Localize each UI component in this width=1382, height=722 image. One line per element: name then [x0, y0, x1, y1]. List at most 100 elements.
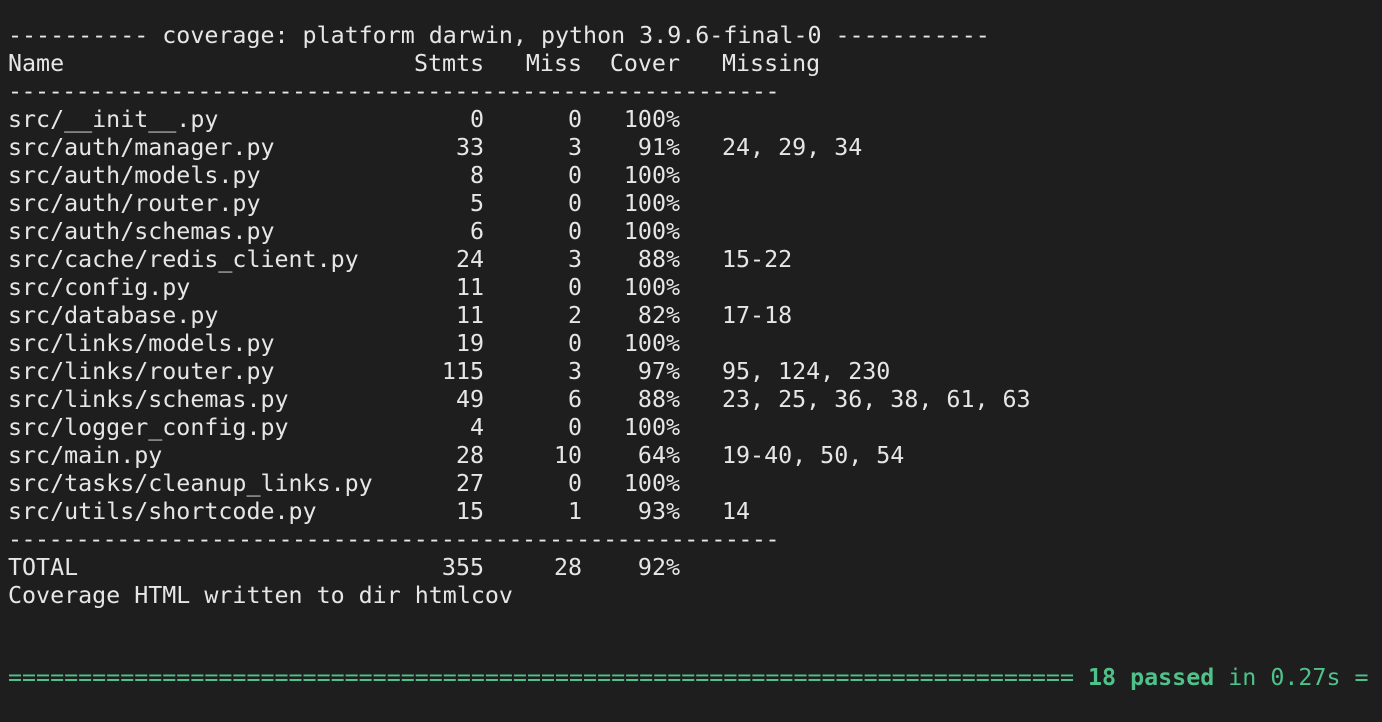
cover-cell: 100%	[623, 162, 680, 189]
coverage-header-line: ---------- coverage: platform darwin, py…	[8, 22, 990, 49]
file-name-cell: src/cache/redis_client.py	[8, 246, 359, 273]
table-row: src/cache/redis_client.py 24 3 88% 15-22	[8, 246, 1382, 274]
column-name-header: Name	[8, 50, 65, 77]
missing-lines-cell: 23, 25, 36, 38, 61, 63	[722, 386, 1031, 413]
file-name-cell: src/auth/router.py	[8, 190, 261, 217]
missing-lines-cell: 14	[722, 498, 751, 525]
cover-cell: 88%	[637, 246, 680, 273]
cover-cell: 100%	[623, 274, 680, 301]
miss-cell: 0	[567, 414, 582, 441]
table-row: src/config.py 11 0 100%	[8, 274, 1382, 302]
miss-cell: 3	[567, 358, 582, 385]
miss-cell: 2	[567, 302, 582, 329]
stmts-cell: 15	[455, 498, 484, 525]
miss-cell: 0	[567, 190, 582, 217]
miss-cell: 1	[567, 498, 582, 525]
terminal-output: ---------- coverage: platform darwin, py…	[8, 22, 1382, 610]
table-row: src/links/router.py 115 3 97% 95, 124, 230	[8, 358, 1382, 386]
column-cover-header: Cover	[609, 50, 680, 77]
table-row: src/links/schemas.py 49 6 88% 23, 25, 36, 38…	[8, 386, 1382, 414]
stmts-cell: 5	[469, 190, 484, 217]
file-name-cell: src/logger_config.py	[8, 414, 289, 441]
stmts-cell: 49	[455, 386, 484, 413]
cover-cell: 100%	[623, 218, 680, 245]
table-separator-top: ----------------------------------------…	[8, 78, 779, 105]
stmts-cell: 0	[469, 106, 484, 133]
miss-cell: 10	[553, 442, 582, 469]
table-row: src/logger_config.py 4 0 100%	[8, 414, 1382, 442]
total-stmts: 355	[441, 554, 484, 581]
stmts-cell: 28	[455, 442, 484, 469]
total-cover: 92%	[637, 554, 680, 581]
cover-cell: 100%	[623, 470, 680, 497]
table-row: src/main.py 28 10 64% 19-40, 50, 54	[8, 442, 1382, 470]
stmts-cell: 115	[441, 358, 484, 385]
cover-cell: 88%	[637, 386, 680, 413]
file-name-cell: src/auth/schemas.py	[8, 218, 275, 245]
stmts-cell: 11	[455, 274, 484, 301]
file-name-cell: src/__init__.py	[8, 106, 219, 133]
missing-lines-cell: 15-22	[722, 246, 793, 273]
file-name-cell: src/database.py	[8, 302, 219, 329]
test-summary-line: ========================================…	[8, 664, 1382, 692]
file-name-cell: src/utils/shortcode.py	[8, 498, 317, 525]
file-name-cell: src/main.py	[8, 442, 163, 469]
file-name-cell: src/tasks/cleanup_links.py	[8, 470, 373, 497]
summary-rule: ========================================…	[8, 664, 1074, 691]
file-name-cell: src/links/models.py	[8, 330, 275, 357]
miss-cell: 3	[567, 246, 582, 273]
table-row: src/auth/schemas.py 6 0 100%	[8, 218, 1382, 246]
cover-cell: 100%	[623, 414, 680, 441]
stmts-cell: 4	[469, 414, 484, 441]
html-report-note: Coverage HTML written to dir htmlcov	[8, 582, 513, 609]
stmts-cell: 6	[469, 218, 484, 245]
cover-cell: 100%	[623, 106, 680, 133]
total-miss: 28	[553, 554, 582, 581]
missing-lines-cell: 17-18	[722, 302, 793, 329]
missing-lines-cell: 24, 29, 34	[722, 134, 863, 161]
cover-cell: 82%	[637, 302, 680, 329]
table-separator-bottom: ----------------------------------------…	[8, 526, 779, 553]
table-row: src/utils/shortcode.py 15 1 93% 14	[8, 498, 1382, 526]
table-row: src/auth/models.py 8 0 100%	[8, 162, 1382, 190]
stmts-cell: 24	[455, 246, 484, 273]
stmts-cell: 27	[455, 470, 484, 497]
cover-cell: 97%	[637, 358, 680, 385]
table-row: src/auth/manager.py 33 3 91% 24, 29, 34	[8, 134, 1382, 162]
total-label: TOTAL	[8, 554, 79, 581]
missing-lines-cell: 95, 124, 230	[722, 358, 891, 385]
miss-cell: 0	[567, 330, 582, 357]
cover-cell: 93%	[637, 498, 680, 525]
table-row: src/links/models.py 19 0 100%	[8, 330, 1382, 358]
file-name-cell: src/config.py	[8, 274, 191, 301]
table-row: src/database.py 11 2 82% 17-18	[8, 302, 1382, 330]
cover-cell: 64%	[637, 442, 680, 469]
missing-lines-cell: 19-40, 50, 54	[722, 442, 905, 469]
table-row: src/__init__.py 0 0 100%	[8, 106, 1382, 134]
passed-count: 18 passed	[1088, 664, 1215, 691]
table-row: src/tasks/cleanup_links.py 27 0 100%	[8, 470, 1382, 498]
stmts-cell: 33	[455, 134, 484, 161]
run-duration: in 0.27s =	[1214, 664, 1369, 691]
column-header-row: Name Stmts Miss Cover Missing	[8, 50, 1382, 78]
coverage-table-body: src/__init__.py 0 0 100% src/auth/manager.py…	[8, 106, 1382, 526]
miss-cell: 0	[567, 470, 582, 497]
file-name-cell: src/auth/models.py	[8, 162, 261, 189]
table-row: src/auth/router.py 5 0 100%	[8, 190, 1382, 218]
miss-cell: 0	[567, 162, 582, 189]
column-miss-header: Miss	[525, 50, 582, 77]
stmts-cell: 11	[455, 302, 484, 329]
cover-cell: 100%	[623, 190, 680, 217]
miss-cell: 0	[567, 106, 582, 133]
file-name-cell: src/links/schemas.py	[8, 386, 289, 413]
stmts-cell: 19	[455, 330, 484, 357]
miss-cell: 0	[567, 218, 582, 245]
stmts-cell: 8	[469, 162, 484, 189]
column-stmts-header: Stmts	[414, 50, 485, 77]
miss-cell: 0	[567, 274, 582, 301]
miss-cell: 6	[567, 386, 582, 413]
cover-cell: 100%	[623, 330, 680, 357]
miss-cell: 3	[567, 134, 582, 161]
file-name-cell: src/links/router.py	[8, 358, 275, 385]
column-missing-header: Missing	[722, 50, 821, 77]
